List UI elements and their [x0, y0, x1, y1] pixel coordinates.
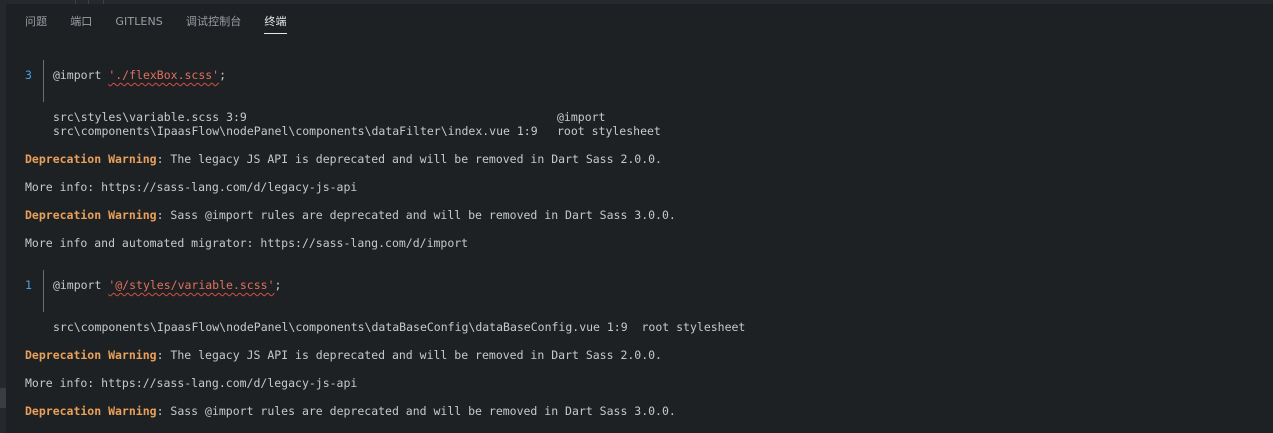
import-path: '@/styles/variable.scss': [108, 278, 275, 292]
import-end: ;: [274, 278, 282, 292]
stack-trace-context: @import: [557, 110, 606, 124]
stack-trace-file: src\components\IpaasFlow\nodePanel\compo…: [53, 124, 538, 138]
warning-label: Deprecation Warning: [25, 348, 157, 362]
panel-tabbar: 问题 端口 GITLENS 调试控制台 终端: [6, 4, 1273, 36]
warning-text: : Sass @import rules are deprecated and …: [156, 208, 676, 222]
tab-terminal[interactable]: 终端: [264, 4, 287, 36]
warning-label: Deprecation Warning: [25, 208, 157, 222]
import-path: './flexBox.scss': [108, 68, 220, 82]
info-line: More info: https://sass-lang.com/d/legac…: [25, 180, 358, 194]
left-rail: [0, 0, 6, 433]
warning-text: : The legacy JS API is deprecated and wi…: [156, 152, 662, 166]
warning-label: Deprecation Warning: [25, 152, 157, 166]
code-line: 1 @import '@/styles/variable.scss';: [25, 278, 281, 292]
tab-debug-console[interactable]: 调试控制台: [186, 4, 242, 36]
warning-line: Deprecation Warning: The legacy JS API i…: [25, 348, 662, 362]
tab-problems[interactable]: 问题: [25, 4, 47, 36]
info-line: More info and automated migrator: https:…: [25, 236, 469, 250]
line-number: 3: [25, 68, 32, 82]
warning-line: Deprecation Warning: Sass @import rules …: [25, 208, 676, 222]
import-keyword: @import: [52, 278, 109, 292]
info-line: More info: https://sass-lang.com/d/legac…: [25, 376, 358, 390]
warning-line: Deprecation Warning: The legacy JS API i…: [25, 152, 662, 166]
warning-text: : Sass @import rules are deprecated and …: [156, 404, 676, 418]
warning-line: Deprecation Warning: Sass @import rules …: [25, 404, 676, 418]
tab-gitlens[interactable]: GITLENS: [115, 4, 162, 36]
stack-trace-line: src\components\IpaasFlow\nodePanel\compo…: [53, 320, 746, 334]
import-end: ;: [219, 68, 227, 82]
stack-trace-context: root stylesheet: [557, 124, 661, 138]
warning-label: Deprecation Warning: [25, 404, 157, 418]
stack-trace-file: src\styles\variable.scss 3:9: [53, 110, 247, 124]
warning-text: : The legacy JS API is deprecated and wi…: [156, 348, 662, 362]
rail-marker: [0, 388, 6, 408]
code-line: 3 @import './flexBox.scss';: [25, 68, 226, 82]
tab-ports[interactable]: 端口: [70, 4, 92, 36]
line-number: 1: [25, 278, 32, 292]
import-keyword: @import: [52, 68, 109, 82]
